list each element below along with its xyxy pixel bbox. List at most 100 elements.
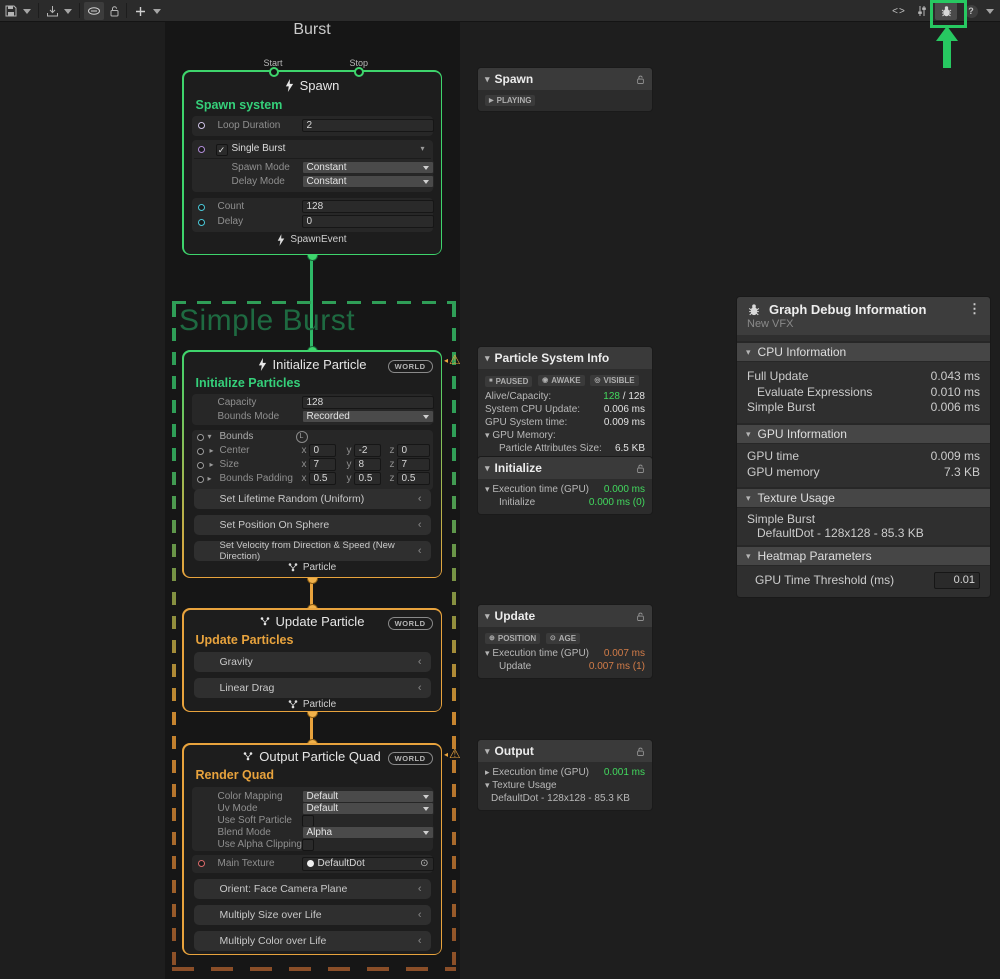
object-picker-icon[interactable]: ⊙ bbox=[420, 858, 428, 869]
heatmap-parameters-section-header[interactable]: ▾Heatmap Parameters bbox=[737, 545, 990, 566]
bounds-padding-z-field[interactable] bbox=[397, 472, 430, 485]
delay-field[interactable] bbox=[302, 215, 434, 228]
color-mapping-dropdown[interactable]: Default bbox=[302, 790, 434, 803]
size-port[interactable] bbox=[197, 462, 204, 469]
output-node[interactable]: Output Particle Quad WORLD Render Quad C… bbox=[182, 743, 442, 955]
size-x-field[interactable] bbox=[309, 458, 336, 471]
collapse-icon[interactable]: ‹ bbox=[418, 545, 422, 557]
lock-button[interactable] bbox=[106, 2, 122, 20]
lock-icon[interactable] bbox=[636, 74, 645, 85]
use-soft-particle-checkbox[interactable] bbox=[302, 815, 314, 827]
system-name-label[interactable]: Simple Burst bbox=[179, 304, 355, 338]
main-texture-port[interactable] bbox=[198, 860, 205, 867]
compile-button[interactable]: <> bbox=[888, 2, 910, 20]
lock-icon[interactable] bbox=[636, 463, 645, 474]
bounds-padding-y-field[interactable] bbox=[354, 472, 381, 485]
link-toggle-button[interactable] bbox=[84, 2, 104, 20]
world-space-badge[interactable]: WORLD bbox=[388, 360, 433, 373]
control-settings-button[interactable] bbox=[912, 2, 932, 20]
foldout-open-icon[interactable]: ▾ bbox=[485, 648, 490, 658]
attach-dropdown-button[interactable] bbox=[61, 2, 75, 20]
uv-mode-dropdown[interactable]: Default bbox=[302, 802, 434, 815]
attach-button[interactable] bbox=[43, 2, 61, 20]
blend-mode-dropdown[interactable]: Alpha bbox=[302, 826, 434, 839]
initialize-output-port-row[interactable]: Particle bbox=[184, 562, 441, 573]
bounds-padding-port[interactable] bbox=[197, 476, 204, 483]
capacity-field[interactable] bbox=[302, 396, 434, 409]
local-space-icon[interactable]: L bbox=[296, 431, 308, 443]
count-port[interactable] bbox=[198, 204, 205, 211]
bounds-mode-dropdown[interactable]: Recorded bbox=[302, 410, 434, 423]
foldout-open-icon[interactable]: ▾ bbox=[208, 432, 212, 441]
collapse-icon[interactable]: ‹ bbox=[418, 519, 422, 531]
toolbar-overflow-button[interactable] bbox=[983, 2, 997, 20]
update-output-port-row[interactable]: Particle bbox=[184, 699, 441, 710]
spawn-node[interactable]: Start Stop Spawn Spawn system Loop Durat… bbox=[182, 70, 442, 255]
initialize-panel-header[interactable]: ▾ Initialize bbox=[478, 457, 652, 479]
size-y-field[interactable] bbox=[354, 458, 381, 471]
collapse-icon[interactable]: ‹ bbox=[418, 883, 422, 895]
foldout-open-icon[interactable]: ▾ bbox=[485, 430, 490, 440]
system-info-panel-header[interactable]: ▾ Particle System Info bbox=[478, 347, 652, 369]
size-z-field[interactable] bbox=[397, 458, 430, 471]
block-linear-drag[interactable]: Linear Drag‹ bbox=[194, 678, 431, 698]
spawn-start-port[interactable] bbox=[269, 67, 279, 77]
block-orient[interactable]: Orient: Face Camera Plane‹ bbox=[194, 879, 431, 899]
lock-icon[interactable] bbox=[636, 611, 645, 622]
initialize-warning[interactable]: ◂⚠ bbox=[444, 352, 461, 368]
delay-port[interactable] bbox=[198, 219, 205, 226]
center-x-field[interactable] bbox=[309, 444, 336, 457]
delay-mode-dropdown[interactable]: Constant bbox=[302, 175, 434, 188]
spawn-output-port-row[interactable]: SpawnEvent bbox=[184, 234, 441, 246]
world-space-badge[interactable]: WORLD bbox=[388, 752, 433, 765]
output-warning[interactable]: ◂⚠ bbox=[444, 746, 461, 762]
block-gravity[interactable]: Gravity‹ bbox=[194, 652, 431, 672]
spawn-panel-header[interactable]: ▾ Spawn bbox=[478, 68, 652, 90]
add-dropdown-button[interactable] bbox=[150, 2, 164, 20]
block-set-position[interactable]: Set Position On Sphere‹ bbox=[194, 515, 431, 535]
collapse-icon[interactable]: ‹ bbox=[418, 682, 422, 694]
debug-panel-header[interactable]: Graph Debug Information ⋮ New VFX bbox=[737, 297, 990, 335]
collapse-icon[interactable]: ‹ bbox=[418, 493, 422, 505]
block-multiply-size[interactable]: Multiply Size over Life‹ bbox=[194, 905, 431, 925]
foldout-closed-icon[interactable]: ▸ bbox=[210, 446, 214, 455]
spawn-stop-port[interactable] bbox=[354, 67, 364, 77]
texture-usage-section-header[interactable]: ▾Texture Usage bbox=[737, 487, 990, 508]
block-set-velocity[interactable]: Set Velocity from Direction & Speed (New… bbox=[194, 541, 431, 561]
collapse-icon[interactable]: ‹ bbox=[418, 935, 422, 947]
single-burst-port[interactable] bbox=[198, 146, 205, 153]
gpu-time-threshold-field[interactable] bbox=[934, 572, 980, 589]
save-button[interactable] bbox=[3, 2, 19, 20]
initialize-node[interactable]: Initialize Particle WORLD Initialize Par… bbox=[182, 350, 442, 578]
save-dropdown-button[interactable] bbox=[20, 2, 34, 20]
collapse-icon[interactable]: ‹ bbox=[418, 909, 422, 921]
single-burst-checkbox[interactable]: ✓ bbox=[216, 144, 228, 156]
foldout-closed-icon[interactable]: ▸ bbox=[210, 460, 214, 469]
spawn-mode-dropdown[interactable]: Constant bbox=[302, 161, 434, 174]
use-alpha-clipping-checkbox[interactable] bbox=[302, 839, 314, 851]
world-space-badge[interactable]: WORLD bbox=[388, 617, 433, 630]
chevron-down-icon[interactable]: ▾ bbox=[420, 144, 424, 153]
update-node[interactable]: Update Particle WORLD Update Particles G… bbox=[182, 608, 442, 712]
block-set-lifetime[interactable]: Set Lifetime Random (Uniform)‹ bbox=[194, 489, 431, 509]
output-panel-header[interactable]: ▾ Output bbox=[478, 740, 652, 762]
foldout-closed-icon[interactable]: ▸ bbox=[208, 474, 212, 483]
gpu-information-section-header[interactable]: ▾GPU Information bbox=[737, 423, 990, 444]
main-texture-field[interactable]: DefaultDot ⊙ bbox=[302, 857, 434, 871]
loop-duration-field[interactable] bbox=[302, 119, 434, 132]
kebab-menu-icon[interactable]: ⋮ bbox=[968, 301, 981, 317]
center-port[interactable] bbox=[197, 448, 204, 455]
foldout-closed-icon[interactable]: ▸ bbox=[485, 767, 490, 777]
foldout-open-icon[interactable]: ▾ bbox=[485, 780, 490, 790]
count-field[interactable] bbox=[302, 200, 434, 213]
collapse-icon[interactable]: ‹ bbox=[418, 656, 422, 668]
bounds-padding-x-field[interactable] bbox=[309, 472, 336, 485]
block-multiply-color[interactable]: Multiply Color over Life‹ bbox=[194, 931, 431, 951]
cpu-information-section-header[interactable]: ▾CPU Information bbox=[737, 341, 990, 362]
add-button[interactable] bbox=[131, 2, 149, 20]
foldout-open-icon[interactable]: ▾ bbox=[485, 484, 490, 494]
lock-icon[interactable] bbox=[636, 746, 645, 757]
center-z-field[interactable] bbox=[397, 444, 430, 457]
center-y-field[interactable] bbox=[354, 444, 381, 457]
bounds-port[interactable] bbox=[197, 434, 204, 441]
